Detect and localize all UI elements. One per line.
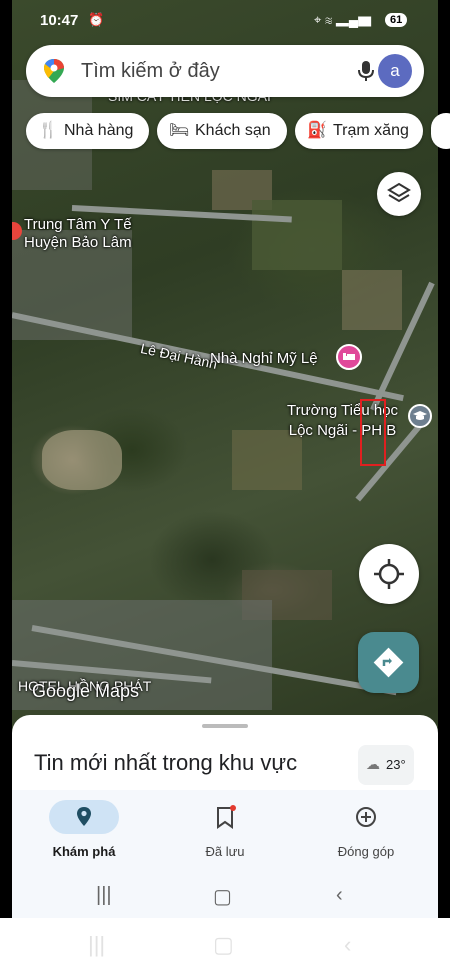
temperature: 23° xyxy=(386,757,406,772)
crosshair-icon xyxy=(374,559,404,589)
bookmark-icon xyxy=(190,800,260,834)
hotel-bed-icon[interactable] xyxy=(336,344,362,370)
hospital-label[interactable]: Trung Tâm Y Tế Huyện Bảo Lâm xyxy=(24,216,132,252)
tab-label: Đã lưu xyxy=(205,844,245,859)
field-patch xyxy=(342,270,402,330)
chip-label: Khách sạn xyxy=(195,122,271,139)
account-avatar[interactable]: a xyxy=(378,54,412,88)
clock: 10:47 xyxy=(40,12,79,29)
directions-button[interactable] xyxy=(358,632,419,693)
home-icon: ▢ xyxy=(213,932,234,957)
home-icon[interactable]: ▢ xyxy=(213,884,232,909)
status-bar: 10:47 ⏰ ⌖ ≋ ▂▄▆ 61 xyxy=(0,0,450,40)
recent-apps-icon[interactable]: ||| xyxy=(96,884,112,907)
google-maps-watermark: Google Maps xyxy=(32,681,140,701)
layers-button[interactable] xyxy=(377,172,421,216)
google-maps-logo-icon xyxy=(44,59,64,83)
sheet-drag-handle[interactable] xyxy=(202,724,248,728)
chip-more[interactable] xyxy=(431,113,450,149)
back-icon: ‹ xyxy=(344,932,352,957)
restaurant-icon: 🍴 xyxy=(38,122,58,139)
alarm-icon: ⏰ xyxy=(88,12,105,27)
school-cap-icon[interactable] xyxy=(408,404,432,428)
recent-apps-icon: ||| xyxy=(88,932,106,957)
chip-gas-stations[interactable]: ⛽ Trạm xăng xyxy=(295,113,423,149)
chip-label: Nhà hàng xyxy=(64,122,134,139)
battery-level: 61 xyxy=(385,13,408,27)
bottom-navigation: Khám phá Đã lưu Đóng góp xyxy=(12,790,438,872)
weather-badge[interactable]: ☁ 23° xyxy=(358,745,414,785)
field-patch xyxy=(252,200,342,270)
gas-station-icon: ⛽ xyxy=(307,122,327,139)
chip-hotels[interactable]: 🛏 Khách sạn xyxy=(157,113,287,149)
news-title: Tin mới nhất trong khu vực xyxy=(34,750,298,775)
directions-icon xyxy=(373,647,404,678)
system-navigation-bar: ||| ▢ ‹ xyxy=(12,872,438,918)
search-bar[interactable]: Tìm kiếm ở đây a xyxy=(26,45,424,97)
tab-label: Khám phá xyxy=(52,844,116,859)
add-circle-icon xyxy=(331,800,401,834)
signal-icons: ⌖ ≋ ▂▄▆ xyxy=(314,12,371,28)
tab-contribute[interactable]: Đóng góp xyxy=(306,800,426,870)
cell-signal-icon: ▂▄▆ xyxy=(335,12,372,27)
tab-label: Đóng góp xyxy=(337,844,395,859)
hotel-icon: 🛏 xyxy=(169,122,190,139)
microphone-icon[interactable] xyxy=(356,59,376,83)
street-label: Lê Đại Hành xyxy=(139,340,219,372)
outer-navigation-strip: ||| ▢ ‹ xyxy=(0,918,450,975)
my-location-button[interactable] xyxy=(359,544,419,604)
search-input[interactable]: Tìm kiếm ở đây xyxy=(81,60,220,83)
motel-label[interactable]: Nhà Nghỉ Mỹ Lệ xyxy=(210,350,318,367)
bottom-sheet[interactable]: Tin mới nhất trong khu vực ☁ 23° Khám ph… xyxy=(12,715,438,918)
location-icon: ⌖ xyxy=(314,12,322,27)
cloud-rain-icon: ☁ xyxy=(366,756,380,772)
back-icon[interactable]: ‹ xyxy=(336,884,343,907)
phone-screen: Trung Tâm Y Tế Huyện Bảo Lâm SIM CÁT TIÊ… xyxy=(0,0,450,918)
tab-saved[interactable]: Đã lưu xyxy=(165,800,285,870)
highlight-rectangle xyxy=(360,399,386,466)
explore-pin-icon xyxy=(49,800,119,834)
chip-label: Trạm xăng xyxy=(333,122,409,139)
wifi-icon: ≋ xyxy=(324,12,333,27)
layers-icon xyxy=(387,182,411,203)
tab-explore[interactable]: Khám phá xyxy=(24,800,144,870)
cleared-land-patch xyxy=(42,430,122,490)
chip-restaurants[interactable]: 🍴 Nhà hàng xyxy=(26,113,149,149)
